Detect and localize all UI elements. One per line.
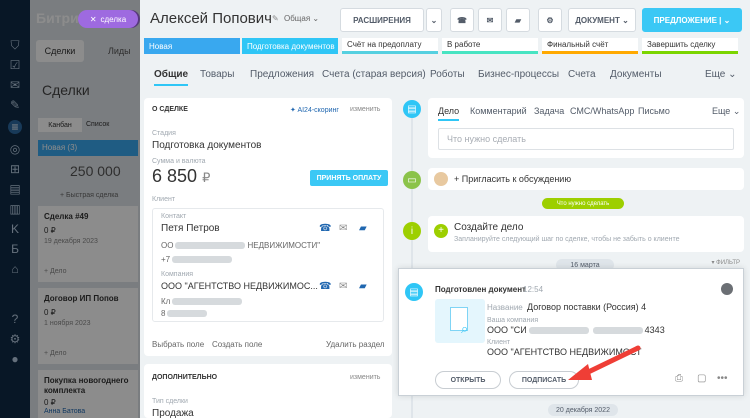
doc-name-label: Название: [487, 303, 523, 312]
create-activity-title: Создайте дело: [454, 222, 524, 233]
tab-bizproc[interactable]: Бизнес-процессы: [478, 69, 559, 80]
create-field-link[interactable]: Создать поле: [212, 340, 262, 349]
close-icon: ✕: [89, 14, 97, 24]
tl-tab-mail[interactable]: Письмо: [638, 106, 670, 116]
chat-icon[interactable]: ▰: [506, 8, 530, 32]
invite-icon: ▭: [403, 171, 421, 189]
phone-icon[interactable]: ☎: [319, 223, 331, 234]
delete-section-link[interactable]: Удалить раздел: [326, 340, 385, 349]
activity-icon: ▤: [403, 100, 421, 118]
chat-icon[interactable]: ▰: [359, 281, 367, 292]
contact-company: ОО НЕДВИЖИМОСТИ": [161, 241, 321, 250]
deal-panel: Алексей Попович ✎ Общая ⌄ РАСШИРЕНИЯ ⌄ ☎…: [140, 0, 750, 418]
phone-icon[interactable]: ☎: [319, 281, 331, 292]
stage-work[interactable]: В работе: [442, 38, 538, 54]
create-activity-hint: Запланируйте следующий шаг по сделке, чт…: [454, 236, 680, 243]
client-label: Клиент: [152, 196, 176, 203]
company-detail: Кл: [161, 297, 244, 306]
document-title: Подготовлен документ: [435, 285, 526, 294]
doc-company-value: ООО "СИ 4343: [487, 325, 665, 335]
mail-icon[interactable]: ✉: [478, 8, 502, 32]
gear-icon[interactable]: ⚙: [538, 8, 562, 32]
client-block: Контакт Петя Петров ☎ ✉ ▰ ОО НЕДВИЖИМОСТИ…: [152, 208, 384, 322]
todo-input[interactable]: Что нужно сделать: [438, 128, 734, 150]
amount-label: Сумма и валюта: [152, 158, 206, 165]
tab-general[interactable]: Общие: [154, 69, 189, 86]
more-icon[interactable]: •••: [717, 373, 728, 384]
document-time: 12:54: [523, 285, 544, 294]
print-icon[interactable]: ⎙: [675, 373, 683, 384]
document-preview[interactable]: ⌕: [435, 299, 485, 343]
select-field-link[interactable]: Выбрать поле: [152, 340, 204, 349]
stage-value: Подготовка документов: [152, 140, 262, 151]
tab-more[interactable]: Еще ⌄: [705, 69, 737, 80]
doc-name-value: Договор поставки (Россия) 4: [527, 302, 647, 312]
date-separator: 20 декабря 2022: [548, 404, 618, 416]
expansions-button[interactable]: РАСШИРЕНИЯ: [340, 8, 424, 32]
page-title: Алексей Попович: [150, 10, 272, 27]
invite-row[interactable]: + Пригласить к обсуждению: [428, 168, 744, 190]
stage-docs[interactable]: Подготовка документов: [242, 38, 338, 54]
avatar: [721, 283, 733, 295]
close-slider-button[interactable]: ✕ сделка: [78, 10, 138, 28]
deal-type-value: Продажа: [152, 408, 194, 418]
open-button[interactable]: ОТКРЫТЬ: [435, 371, 501, 389]
edit-title-icon[interactable]: ✎: [272, 14, 279, 23]
tab-products[interactable]: Товары: [200, 69, 234, 80]
deal-info-card: О СДЕЛКЕ ✦ AI24-скоринг изменить Стадия …: [144, 98, 392, 356]
avatar: [434, 172, 448, 186]
tab-invoices-old[interactable]: Счета (старая версия): [322, 69, 426, 80]
company-name[interactable]: ООО "АГЕНТСТВО НЕДВИЖИМОС...: [161, 281, 318, 291]
contact-name[interactable]: Петя Петров: [161, 223, 220, 234]
amount-value: 6 850 ₽: [152, 166, 211, 186]
pointer-arrow: [568, 345, 641, 380]
tl-tab-activity[interactable]: Дело: [438, 106, 460, 121]
doc-company-label: Ваша компания: [487, 317, 539, 324]
offer-button[interactable]: ПРЕДЛОЖЕНИЕ | ⌄: [642, 8, 742, 32]
category-selector[interactable]: Общая ⌄: [284, 14, 319, 23]
tl-tab-comment[interactable]: Комментарий: [470, 106, 527, 116]
phone-icon[interactable]: ☎: [450, 8, 474, 32]
search-icon: ⌕: [461, 321, 469, 336]
edit-link[interactable]: изменить: [350, 374, 380, 381]
stage-final-invoice[interactable]: Финальный счёт: [542, 38, 638, 54]
contact-phone: +7: [161, 255, 234, 264]
extra-info-card: ДОПОЛНИТЕЛЬНО изменить Тип сделки Продаж…: [144, 364, 392, 418]
mail-icon[interactable]: ✉: [339, 281, 347, 292]
note-icon[interactable]: ▢: [697, 373, 706, 384]
tab-robots[interactable]: Роботы: [430, 69, 465, 80]
document-button[interactable]: ДОКУМЕНТ ⌄: [568, 8, 636, 32]
tab-invoices[interactable]: Счета: [568, 69, 596, 80]
deal-type-label: Тип сделки: [152, 398, 188, 405]
tl-tab-task[interactable]: Задача: [534, 106, 564, 116]
activity-composer: Дело Комментарий Задача СМС/WhatsApp Пис…: [428, 98, 744, 158]
tab-documents[interactable]: Документы: [610, 69, 662, 80]
chat-icon[interactable]: ▰: [359, 223, 367, 234]
todo-pill: Что нужно сделать: [542, 198, 624, 209]
contact-label: Контакт: [161, 213, 187, 220]
edit-link[interactable]: изменить: [350, 106, 380, 113]
tl-tab-sms[interactable]: СМС/WhatsApp: [570, 106, 634, 116]
chevron-down-icon[interactable]: ⌄: [426, 8, 442, 32]
stage-complete[interactable]: Завершить сделку: [642, 38, 738, 54]
document-icon: ▤: [405, 283, 423, 301]
create-activity-card[interactable]: + Создайте дело Запланируйте следующий ш…: [428, 216, 744, 252]
company-phone: 8: [161, 309, 209, 318]
section-title: О СДЕЛКЕ: [152, 106, 188, 113]
company-label: Компания: [161, 271, 194, 278]
info-icon: i: [403, 222, 421, 240]
stage-new[interactable]: Новая: [144, 38, 240, 54]
doc-client-label: Клиент: [487, 339, 511, 346]
plus-icon[interactable]: +: [434, 224, 448, 238]
overlay-dim: [0, 0, 140, 418]
tab-offers[interactable]: Предложения: [250, 69, 314, 80]
accept-payment-button[interactable]: ПРИНЯТЬ ОПЛАТУ: [310, 170, 388, 186]
invite-text: + Пригласить к обсуждению: [454, 174, 572, 184]
scoring-link[interactable]: ✦ AI24-скоринг: [290, 106, 339, 114]
tl-tab-more[interactable]: Еще ⌄: [712, 106, 740, 117]
stage-label: Стадия: [152, 130, 176, 137]
mail-icon[interactable]: ✉: [339, 223, 347, 234]
stage-prepay[interactable]: Счёт на предоплату: [342, 38, 438, 54]
section-title: ДОПОЛНИТЕЛЬНО: [152, 374, 218, 381]
